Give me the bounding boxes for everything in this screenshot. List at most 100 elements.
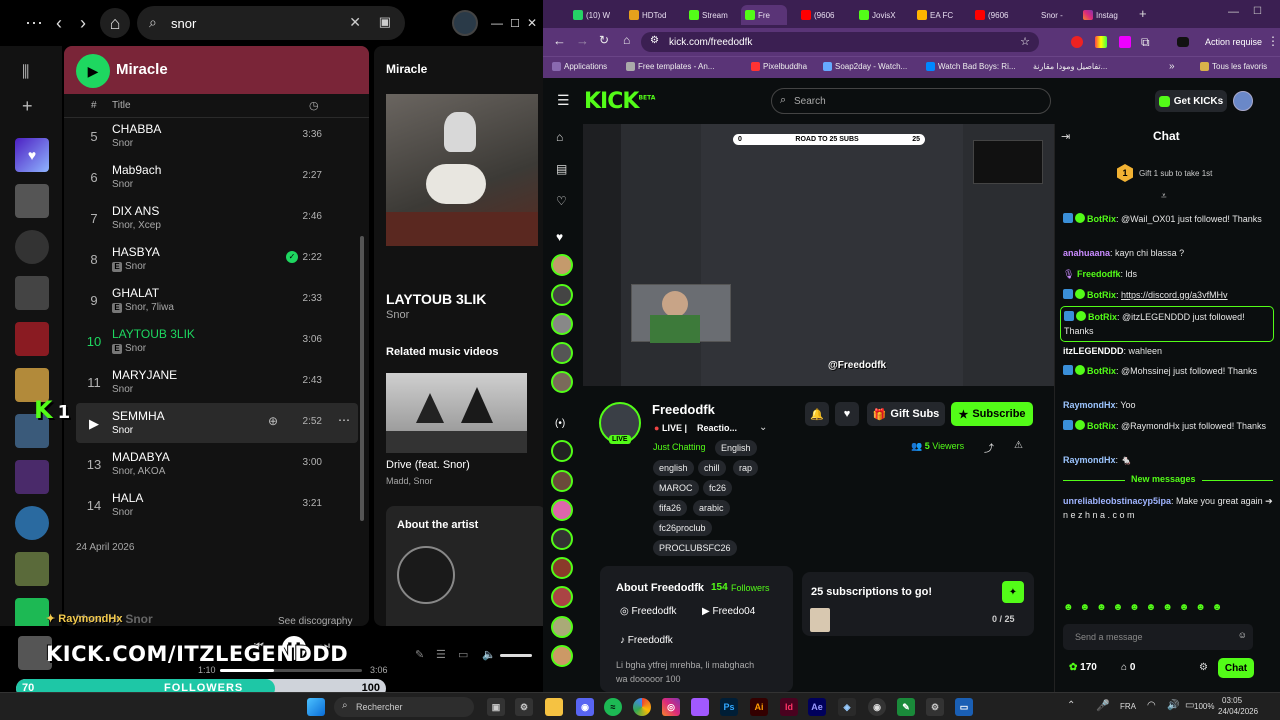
profile-icon[interactable] (1177, 37, 1189, 47)
close-icon[interactable]: ✕ (520, 11, 543, 35)
browser-tab[interactable]: Instag (1083, 5, 1129, 25)
extension-icon[interactable] (1095, 36, 1107, 48)
browser-tab[interactable]: Snor - (1041, 5, 1071, 25)
reload-icon[interactable]: ↻ (599, 33, 609, 47)
library-item[interactable] (15, 230, 49, 264)
site-info-icon[interactable]: ⚙ (650, 35, 659, 46)
tag[interactable]: PROCLUBSFC26 (653, 540, 737, 556)
instagram-icon[interactable]: ◎ (662, 698, 680, 716)
track-row[interactable]: 5 CHABBA Snor 3:36 (76, 118, 358, 156)
home-icon[interactable]: ⌂ (100, 8, 130, 38)
library-item[interactable] (15, 184, 49, 218)
clear-search-icon[interactable]: ✕ (349, 14, 361, 31)
extension-icon[interactable] (1071, 36, 1083, 48)
browser-tab-active[interactable]: Fre (741, 5, 787, 25)
browser-tab[interactable]: HDTod (629, 5, 675, 25)
saved-check-icon[interactable]: ✓ (286, 251, 298, 263)
instagram-link[interactable]: ◎ Freedodfk (620, 606, 677, 617)
emote-icon[interactable]: ☻ (1113, 602, 1124, 618)
illustrator-icon[interactable]: Ai (750, 698, 768, 716)
search-input[interactable]: ⌕ Search (771, 88, 1051, 114)
emote-icon[interactable]: ☻ (1195, 602, 1206, 618)
gift-subs-button[interactable]: 🎁 Gift Subs (867, 402, 945, 426)
more-options-icon[interactable]: ⋯ (338, 413, 350, 427)
add-icon[interactable]: + (22, 96, 33, 117)
kick-logo[interactable]: KICKBETA (584, 89, 655, 114)
library-item[interactable] (15, 322, 49, 356)
queue-icon[interactable]: ☰ (436, 648, 446, 661)
chat-settings-icon[interactable]: ⚙ (1199, 662, 1208, 673)
browser-tab[interactable]: Stream (689, 5, 735, 25)
tag[interactable]: rap (733, 460, 759, 476)
track-row[interactable]: 13 MADABYA Snor, AKOA 3:00 (76, 444, 358, 484)
followed-channel-avatar[interactable] (551, 313, 573, 335)
add-to-playlist-icon[interactable]: ⊕ (268, 414, 278, 428)
gift-leaderboard[interactable]: 1 Gift 1 sub to take 1st (1117, 164, 1212, 182)
volume-slider[interactable] (500, 654, 532, 657)
recommended-channel-avatar[interactable] (551, 499, 573, 521)
recommended-channel-avatar[interactable] (551, 440, 573, 462)
emoji-picker-icon[interactable]: ☺ (1238, 630, 1247, 640)
figma-icon[interactable] (691, 698, 709, 716)
tiktok-link[interactable]: ♪ Freedodfk (620, 635, 673, 646)
volume-icon[interactable]: 🔊 (1167, 700, 1179, 711)
library-item[interactable] (15, 276, 49, 310)
tag[interactable]: english (653, 460, 694, 476)
sub-goal-icon[interactable]: ✦ (1002, 581, 1024, 603)
browse-icon[interactable]: ▣ (379, 14, 391, 30)
bookmark-item[interactable]: Soap2day - Watch... (823, 62, 907, 71)
progress-track[interactable] (220, 669, 362, 672)
tag[interactable]: chill (698, 460, 726, 476)
following-icon[interactable]: ♡ (556, 194, 567, 208)
chrome-icon[interactable] (633, 698, 651, 716)
tag[interactable]: fc26proclub (653, 520, 712, 536)
recommended-channel-avatar[interactable] (551, 557, 573, 579)
track-row[interactable]: 9 GHALAT E Snor, 7liwa 2:33 (76, 280, 358, 320)
kebab-menu-icon[interactable]: ⋯ (22, 11, 46, 35)
bookmark-item[interactable]: Free templates - An... (626, 62, 714, 71)
get-kicks-button[interactable]: Get KICKs (1155, 90, 1227, 112)
bookmark-item[interactable]: Pixelbuddha (751, 62, 807, 71)
follow-heart-icon[interactable]: ♥ (835, 402, 859, 426)
send-chat-button[interactable]: Chat (1218, 658, 1254, 678)
emote-icon[interactable]: ☻ (1146, 602, 1157, 618)
lyrics-icon[interactable]: ✎ (415, 648, 424, 661)
followed-channel-avatar[interactable] (551, 371, 573, 393)
recommended-channel-avatar[interactable] (551, 470, 573, 492)
forward-arrow-icon[interactable]: → (576, 33, 589, 48)
play-track-icon[interactable]: ▶ (84, 416, 104, 432)
widgets-icon[interactable]: ⚙ (515, 698, 533, 716)
bookmark-item[interactable]: Applications (552, 62, 607, 71)
menu-icon[interactable]: ☰ (557, 92, 570, 109)
about-artist-card[interactable]: About the artist (386, 506, 543, 626)
browse-icon[interactable]: ▤ (556, 162, 567, 176)
recommended-channel-avatar[interactable] (551, 645, 573, 667)
more-bookmarks-icon[interactable]: » (1169, 61, 1175, 72)
video-title[interactable]: Drive (feat. Snor) (386, 459, 470, 471)
see-discography-link[interactable]: See discography (278, 616, 353, 626)
indesign-icon[interactable]: Id (780, 698, 798, 716)
tray-chevron-icon[interactable]: ⌃ (1067, 700, 1075, 711)
emote-icon[interactable]: ☻ (1129, 602, 1140, 618)
spotify-icon[interactable]: ≈ (604, 698, 622, 716)
play-button[interactable]: ▶ (76, 54, 110, 88)
scrollbar[interactable] (360, 236, 364, 521)
library-icon[interactable]: ⫼ (22, 64, 29, 82)
after-effects-icon[interactable]: Ae (808, 698, 826, 716)
emote-icon[interactable]: ☻ (1162, 602, 1173, 618)
action-required[interactable]: Action requise (1205, 37, 1262, 47)
new-tab-icon[interactable]: + (1139, 6, 1147, 21)
track-row-hover[interactable]: ▶ SEMMHA Snor ⊕ 2:52 ⋯ (76, 403, 358, 443)
input-language[interactable]: FRA (1120, 702, 1136, 711)
minimize-icon[interactable]: — (1228, 6, 1239, 18)
browser-tab[interactable]: (10) W (573, 5, 615, 25)
wifi-icon[interactable]: ◠ (1147, 700, 1156, 711)
pinned-expand-icon[interactable]: ⩡ (1161, 191, 1167, 202)
avatar[interactable] (1233, 91, 1253, 111)
followed-channel-avatar[interactable] (551, 342, 573, 364)
davinci-icon[interactable]: ◈ (838, 698, 856, 716)
recommended-channel-avatar[interactable] (551, 586, 573, 608)
liked-songs-thumb[interactable]: ♥ (15, 138, 49, 172)
library-item[interactable] (15, 460, 49, 494)
volume-icon[interactable]: 🔈 (482, 648, 496, 661)
